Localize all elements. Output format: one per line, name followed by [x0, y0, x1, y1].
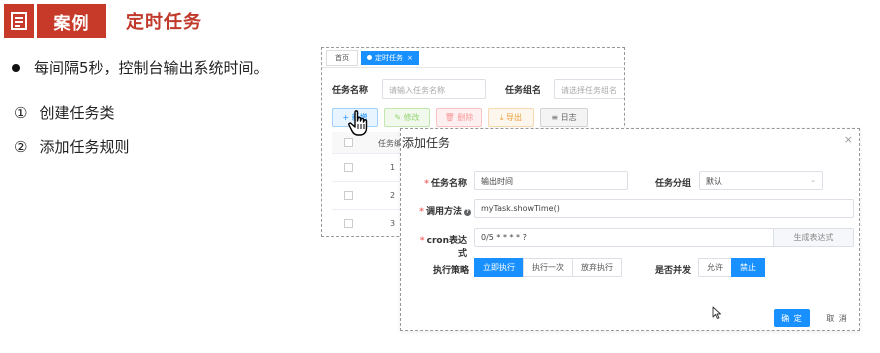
- arrow-cursor-icon: [712, 306, 721, 319]
- method-input[interactable]: myTask.showTime(): [474, 199, 854, 218]
- concurrent-option-allow[interactable]: 允许: [698, 258, 732, 277]
- cron-input[interactable]: 0/5 * * * * ? 生成表达式: [474, 228, 854, 247]
- generate-expression-button[interactable]: 生成表达式: [773, 229, 853, 246]
- policy-option-immediate[interactable]: 立即执行: [474, 258, 524, 277]
- close-icon[interactable]: ×: [407, 54, 413, 62]
- row-checkbox[interactable]: [344, 191, 353, 200]
- case-badge: 案例: [4, 4, 106, 38]
- bullet-item: 每间隔5秒，控制台输出系统时间。: [12, 57, 269, 78]
- slide-title: 定时任务: [126, 12, 202, 33]
- task-name-search-input[interactable]: 请输入任务名称: [382, 79, 486, 99]
- cancel-button[interactable]: 取 消: [819, 309, 855, 327]
- close-icon[interactable]: ×: [844, 133, 853, 146]
- task-group-label: 任务分组: [654, 179, 691, 189]
- concurrent-label: 是否并发: [654, 266, 691, 276]
- cron-value: 0/5 * * * * ?: [481, 233, 527, 242]
- policy-radio-group: 立即执行 执行一次 放弃执行: [474, 258, 622, 277]
- row-checkbox[interactable]: [344, 219, 353, 228]
- log-button[interactable]: ≡ 日志: [540, 108, 588, 127]
- tab-bar: 首页 定时任务 ×: [322, 48, 624, 68]
- task-name-label: * 任务名称: [424, 179, 467, 189]
- export-button[interactable]: ⤓ 导出: [488, 108, 534, 127]
- step-text: 添加任务规则: [39, 138, 130, 156]
- task-group-value: 默认: [706, 177, 722, 186]
- task-name-label: 任务名称: [332, 86, 369, 96]
- step-2: ② 添加任务规则: [14, 136, 129, 157]
- dialog-title: 添加任务: [402, 136, 451, 150]
- confirm-button[interactable]: 确 定: [774, 309, 810, 327]
- bullet-text: 每间隔5秒，控制台输出系统时间。: [34, 59, 269, 77]
- badge-text: 案例: [37, 4, 106, 38]
- tab-label: 定时任务: [375, 53, 403, 62]
- policy-label: 执行策略: [432, 266, 469, 276]
- concurrent-option-forbid[interactable]: 禁止: [731, 258, 765, 277]
- task-group-select[interactable]: 默认 ⌄: [699, 171, 823, 190]
- tab-home[interactable]: 首页: [326, 49, 358, 66]
- row-checkbox[interactable]: [344, 163, 353, 172]
- hand-cursor-icon: [348, 110, 368, 136]
- column-header-task-id: 任务编: [378, 139, 402, 148]
- active-dot-icon: [367, 55, 372, 60]
- help-icon[interactable]: ?: [464, 209, 471, 216]
- step-number: ①: [14, 104, 28, 122]
- step-number: ②: [14, 138, 28, 156]
- select-all-checkbox[interactable]: [344, 138, 353, 147]
- cron-label: * cron表达式: [419, 236, 467, 259]
- method-label: * 调用方法?: [411, 204, 471, 217]
- task-group-select[interactable]: 请选择任务组名: [554, 79, 624, 99]
- row-number: 1: [390, 163, 396, 172]
- row-number: 2: [390, 191, 396, 200]
- edit-button[interactable]: ✎ 修改: [384, 108, 430, 127]
- tab-scheduled-task[interactable]: 定时任务 ×: [361, 50, 419, 65]
- step-text: 创建任务类: [39, 104, 115, 122]
- delete-button[interactable]: 🗑 删除: [436, 108, 482, 127]
- step-1: ① 创建任务类: [14, 102, 114, 123]
- chevron-down-icon: ⌄: [810, 176, 816, 184]
- task-group-label: 任务组名: [505, 86, 542, 96]
- document-icon: [4, 4, 34, 38]
- add-task-dialog: 添加任务 × * 任务名称 输出时间 任务分组 默认 ⌄ * 调用方法? myTas…: [400, 128, 860, 331]
- row-number: 3: [390, 219, 396, 228]
- task-name-input[interactable]: 输出时间: [474, 171, 628, 190]
- policy-option-once[interactable]: 执行一次: [523, 258, 573, 277]
- concurrent-radio-group: 允许 禁止: [698, 258, 765, 277]
- bullet-dot-icon: [12, 63, 20, 72]
- policy-option-abandon[interactable]: 放弃执行: [572, 258, 622, 277]
